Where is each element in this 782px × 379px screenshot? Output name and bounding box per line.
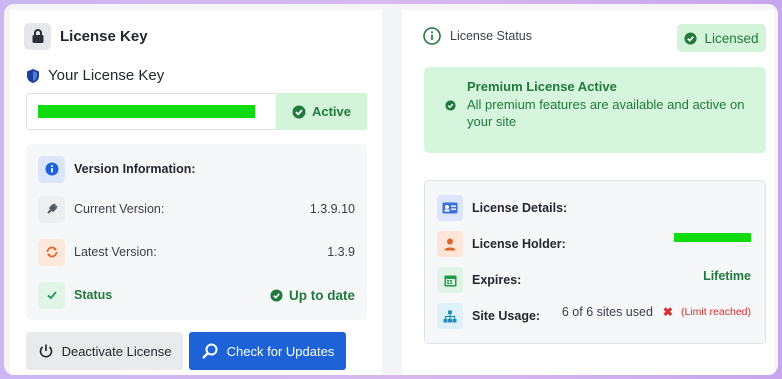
license-status-panel: License Status Licensed Premium License …	[402, 10, 774, 375]
license-details-heading: License Details:	[472, 201, 568, 215]
update-status-value: Up to date	[270, 288, 355, 303]
x-icon: ✖	[662, 304, 673, 319]
plugin-frame: License Key Your License Key Active Vers…	[4, 4, 778, 375]
premium-license-title: Premium License Active	[467, 79, 617, 94]
check-circle-icon	[270, 288, 283, 302]
check-circle-icon	[684, 31, 698, 45]
license-details-heading-row: License Details:	[437, 195, 751, 221]
user-icon	[437, 231, 463, 257]
license-key-title: License Key	[60, 27, 148, 45]
site-usage-label: Site Usage:	[472, 309, 541, 323]
your-license-key-heading: Your License Key	[26, 67, 164, 84]
version-info-card: Version Information: Current Version: 1.…	[26, 144, 367, 320]
check-circle-icon	[445, 100, 456, 111]
version-info-heading-row: Version Information:	[38, 155, 355, 183]
limit-reached-text: (Limit reached)	[680, 305, 751, 318]
latest-version-label: Latest Version:	[74, 245, 157, 259]
license-holder-value	[674, 232, 751, 242]
info-icon	[423, 27, 441, 45]
version-info-heading: Version Information:	[74, 162, 196, 176]
update-status-row: Status Up to date	[38, 281, 355, 309]
your-license-key-label: Your License Key	[48, 67, 165, 84]
site-usage-row: Site Usage: 6 of 6 sites used ✖ (Limit r…	[437, 303, 751, 329]
license-holder-redacted	[674, 232, 751, 242]
deactivate-license-label: Deactivate License	[61, 343, 172, 359]
current-version-value: 1.3.9.10	[309, 202, 355, 216]
license-key-panel: License Key Your License Key Active Vers…	[10, 10, 382, 375]
check-for-updates-label: Check for Updates	[226, 343, 335, 359]
license-status-label: License Status	[450, 29, 532, 43]
licensed-label: Licensed	[704, 30, 759, 46]
check-icon	[38, 281, 65, 309]
premium-license-description: All premium features are available and a…	[467, 97, 745, 129]
license-key-header: License Key	[24, 22, 148, 50]
search-icon	[201, 342, 219, 360]
power-icon	[38, 343, 54, 359]
license-holder-row: License Holder:	[437, 231, 751, 257]
up-to-date-text: Up to date	[289, 287, 355, 303]
license-details-card: License Details: License Holder: Expires…	[424, 180, 766, 344]
id-card-icon	[437, 195, 463, 221]
current-version-label: Current Version:	[74, 202, 165, 216]
site-usage-value: 6 of 6 sites used ✖ (Limit reached)	[562, 305, 751, 319]
expires-row: Expires: Lifetime	[437, 267, 751, 293]
license-status-header: License Status	[423, 27, 532, 45]
shield-icon	[26, 68, 40, 84]
licensed-badge: Licensed	[677, 24, 766, 52]
sitemap-icon	[437, 303, 463, 329]
deactivate-license-button[interactable]: Deactivate License	[26, 332, 183, 370]
premium-license-alert: Premium License Active All premium featu…	[424, 67, 766, 153]
expires-value: Lifetime	[703, 268, 751, 283]
check-circle-icon	[292, 105, 306, 119]
update-status-label: Status	[74, 288, 113, 302]
site-usage-count: 6 of 6 sites used	[561, 304, 653, 319]
info-icon	[38, 155, 65, 183]
active-label: Active	[311, 104, 352, 119]
lock-icon	[24, 22, 51, 50]
license-key-value-redacted	[38, 105, 255, 118]
current-version-row: Current Version: 1.3.9.10	[38, 195, 355, 223]
latest-version-row: Latest Version: 1.3.9	[38, 238, 355, 266]
license-holder-label: License Holder:	[472, 237, 566, 251]
latest-version-value: 1.3.9	[327, 245, 355, 259]
plug-icon	[38, 195, 65, 223]
expires-label: Expires:	[472, 273, 522, 287]
license-active-badge: Active	[276, 93, 367, 130]
check-for-updates-button[interactable]: Check for Updates	[189, 332, 346, 370]
calendar-icon	[437, 267, 463, 293]
license-key-field[interactable]: Active	[26, 93, 367, 130]
sync-icon	[38, 238, 65, 266]
